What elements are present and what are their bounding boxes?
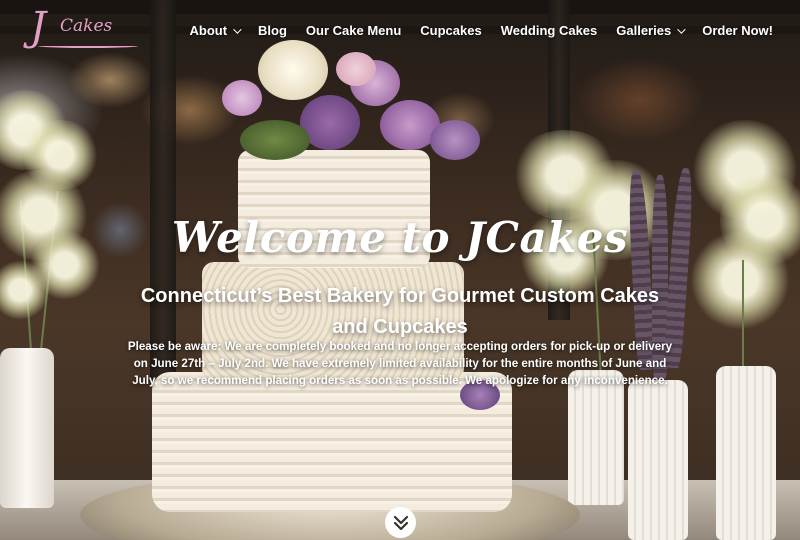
nav-label: About bbox=[189, 23, 228, 38]
availability-notice: Please be aware: We are completely booke… bbox=[127, 340, 673, 387]
chevron-down-icon bbox=[677, 24, 686, 34]
chevron-down-icon bbox=[233, 24, 242, 34]
site-logo[interactable]: J Cakes bbox=[28, 4, 143, 56]
main-navigation: About Blog Our Cake Menu Cupcakes Weddin… bbox=[170, 23, 773, 38]
nav-label: Order Now! bbox=[702, 23, 773, 38]
hero-subtitle: Connecticut’s Best Bakery for Gourmet Cu… bbox=[140, 285, 660, 338]
nav-item-order-now[interactable]: Order Now! bbox=[702, 23, 773, 38]
nav-label: Cupcakes bbox=[420, 23, 482, 38]
hero-background-image bbox=[0, 0, 800, 540]
nav-label: Blog bbox=[258, 23, 287, 38]
nav-label: Our Cake Menu bbox=[305, 23, 402, 38]
logo-initial: J bbox=[30, 4, 47, 50]
logo-text: Cakes bbox=[60, 16, 113, 36]
nav-item-about[interactable]: About bbox=[189, 23, 242, 38]
hero-welcome-title: Welcome to JCakes bbox=[171, 213, 629, 262]
double-chevron-down-icon bbox=[393, 515, 408, 530]
nav-item-wedding-cakes[interactable]: Wedding Cakes bbox=[501, 23, 598, 38]
scroll-down-button[interactable] bbox=[385, 507, 416, 538]
nav-item-blog[interactable]: Blog bbox=[258, 23, 287, 38]
nav-item-cupcakes[interactable]: Cupcakes bbox=[420, 23, 481, 38]
site-header: J Cakes About Blog Our Cake Menu Cupcake… bbox=[0, 0, 800, 62]
nav-label: Galleries bbox=[616, 23, 672, 38]
nav-item-our-cake-menu[interactable]: Our Cake Menu bbox=[306, 23, 401, 38]
logo-swash bbox=[38, 44, 138, 48]
nav-label: Wedding Cakes bbox=[500, 23, 598, 38]
nav-item-galleries[interactable]: Galleries bbox=[616, 23, 686, 38]
